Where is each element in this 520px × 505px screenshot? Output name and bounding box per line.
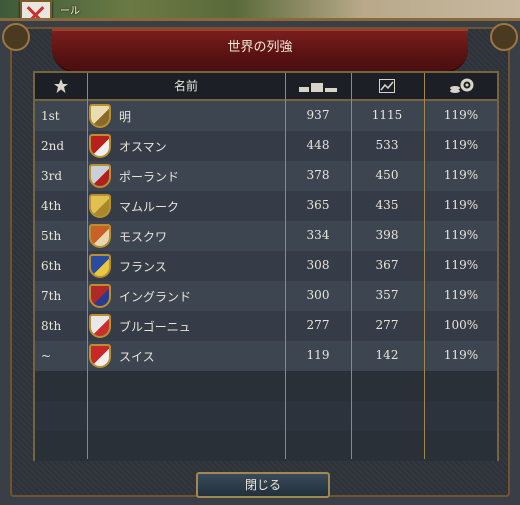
empty-row — [35, 401, 497, 431]
score-value: 937 — [306, 108, 330, 122]
country-flag-icon[interactable] — [89, 104, 111, 128]
country-flag-icon[interactable] — [89, 344, 111, 368]
modifier-value: 119% — [443, 288, 479, 302]
table-row[interactable]: 4th マムルーク 365 435 119% — [35, 191, 497, 221]
rank-label: 5th — [41, 229, 62, 243]
corner-ornament-icon — [490, 23, 518, 51]
table-row[interactable]: 2nd オスマン 448 533 119% — [35, 131, 497, 161]
score-value: 119 — [306, 348, 330, 362]
country-name: フランス — [119, 260, 167, 274]
column-divider — [351, 73, 352, 459]
modifier-value: 119% — [443, 258, 479, 272]
country-name: ポーランド — [119, 170, 180, 184]
score-value: 300 — [306, 288, 330, 302]
table-row[interactable]: 1st 明 937 1115 119% — [35, 101, 497, 131]
development-value: 1115 — [371, 108, 403, 122]
country-name: 明 — [119, 110, 132, 124]
country-flag-icon[interactable] — [89, 254, 111, 278]
chart-icon — [379, 79, 395, 93]
country-flag-icon[interactable] — [89, 164, 111, 188]
column-divider — [424, 73, 425, 459]
country-name: マムルーク — [119, 200, 180, 214]
country-flag-icon[interactable] — [89, 314, 111, 338]
country-name: スイス — [119, 350, 155, 364]
country-name: イングランド — [119, 290, 192, 304]
empty-row — [35, 371, 497, 401]
great-powers-table: 名前 1st 明 937 1115 119% 2nd オスマン 448 533 119% 3rd ポー… — [33, 71, 499, 461]
modifier-value: 100% — [443, 318, 479, 332]
country-flag-icon[interactable] — [89, 284, 111, 308]
column-score[interactable] — [285, 73, 351, 99]
rank-label: 6th — [41, 259, 62, 273]
table-row[interactable]: 3rd ポーランド 378 450 119% — [35, 161, 497, 191]
column-modifier[interactable] — [425, 73, 497, 99]
star-icon — [54, 79, 68, 93]
rank-label: 1st — [41, 109, 60, 123]
country-name: モスクワ — [119, 230, 168, 244]
coins-gear-icon — [450, 78, 474, 93]
score-value: 378 — [306, 168, 330, 182]
development-value: 533 — [375, 138, 399, 152]
column-name[interactable]: 名前 — [87, 73, 285, 99]
table-row[interactable]: 8th ブルゴーニュ 277 277 100% — [35, 311, 497, 341]
empty-row — [35, 431, 497, 461]
development-value: 398 — [375, 228, 399, 242]
bars-icon — [299, 83, 337, 92]
column-rank[interactable] — [35, 73, 87, 99]
modifier-value: 119% — [443, 108, 479, 122]
column-development[interactable] — [351, 73, 423, 99]
development-value: 277 — [375, 318, 399, 332]
development-value: 367 — [375, 258, 399, 272]
score-value: 448 — [306, 138, 330, 152]
development-value: 357 — [375, 288, 399, 302]
modifier-value: 119% — [443, 138, 479, 152]
rank-label: 7th — [41, 289, 62, 303]
corner-ornament-icon — [2, 23, 30, 51]
score-value: 277 — [306, 318, 330, 332]
rank-label: 8th — [41, 319, 62, 333]
country-flag-icon[interactable] — [89, 194, 111, 218]
table-row[interactable]: 7th イングランド 300 357 119% — [35, 281, 497, 311]
close-button[interactable]: 閉じる — [196, 472, 330, 498]
country-name: オスマン — [119, 140, 167, 154]
score-value: 365 — [306, 198, 330, 212]
modifier-value: 119% — [443, 198, 479, 212]
modifier-value: 119% — [443, 348, 479, 362]
table-row[interactable]: 6th フランス 308 367 119% — [35, 251, 497, 281]
development-value: 435 — [375, 198, 399, 212]
modifier-value: 119% — [443, 168, 479, 182]
country-flag-icon[interactable] — [89, 134, 111, 158]
window-title: 世界の列強 — [52, 29, 468, 73]
rank-label: 4th — [41, 199, 62, 213]
table-row[interactable]: ~ スイス 119 142 119% — [35, 341, 497, 371]
modifier-value: 119% — [443, 228, 479, 242]
country-name: ブルゴーニュ — [119, 320, 191, 334]
rank-label: 2nd — [41, 139, 65, 153]
column-divider — [285, 73, 286, 459]
development-value: 450 — [375, 168, 399, 182]
table-row[interactable]: 5th モスクワ 334 398 119% — [35, 221, 497, 251]
table-header: 名前 — [35, 73, 497, 101]
score-value: 334 — [306, 228, 330, 242]
score-value: 308 — [306, 258, 330, 272]
country-flag-icon[interactable] — [89, 224, 111, 248]
rank-label: ~ — [41, 349, 52, 363]
map-label: ール — [60, 6, 80, 17]
column-divider — [87, 73, 88, 459]
rank-label: 3rd — [41, 169, 63, 183]
development-value: 142 — [375, 348, 399, 362]
